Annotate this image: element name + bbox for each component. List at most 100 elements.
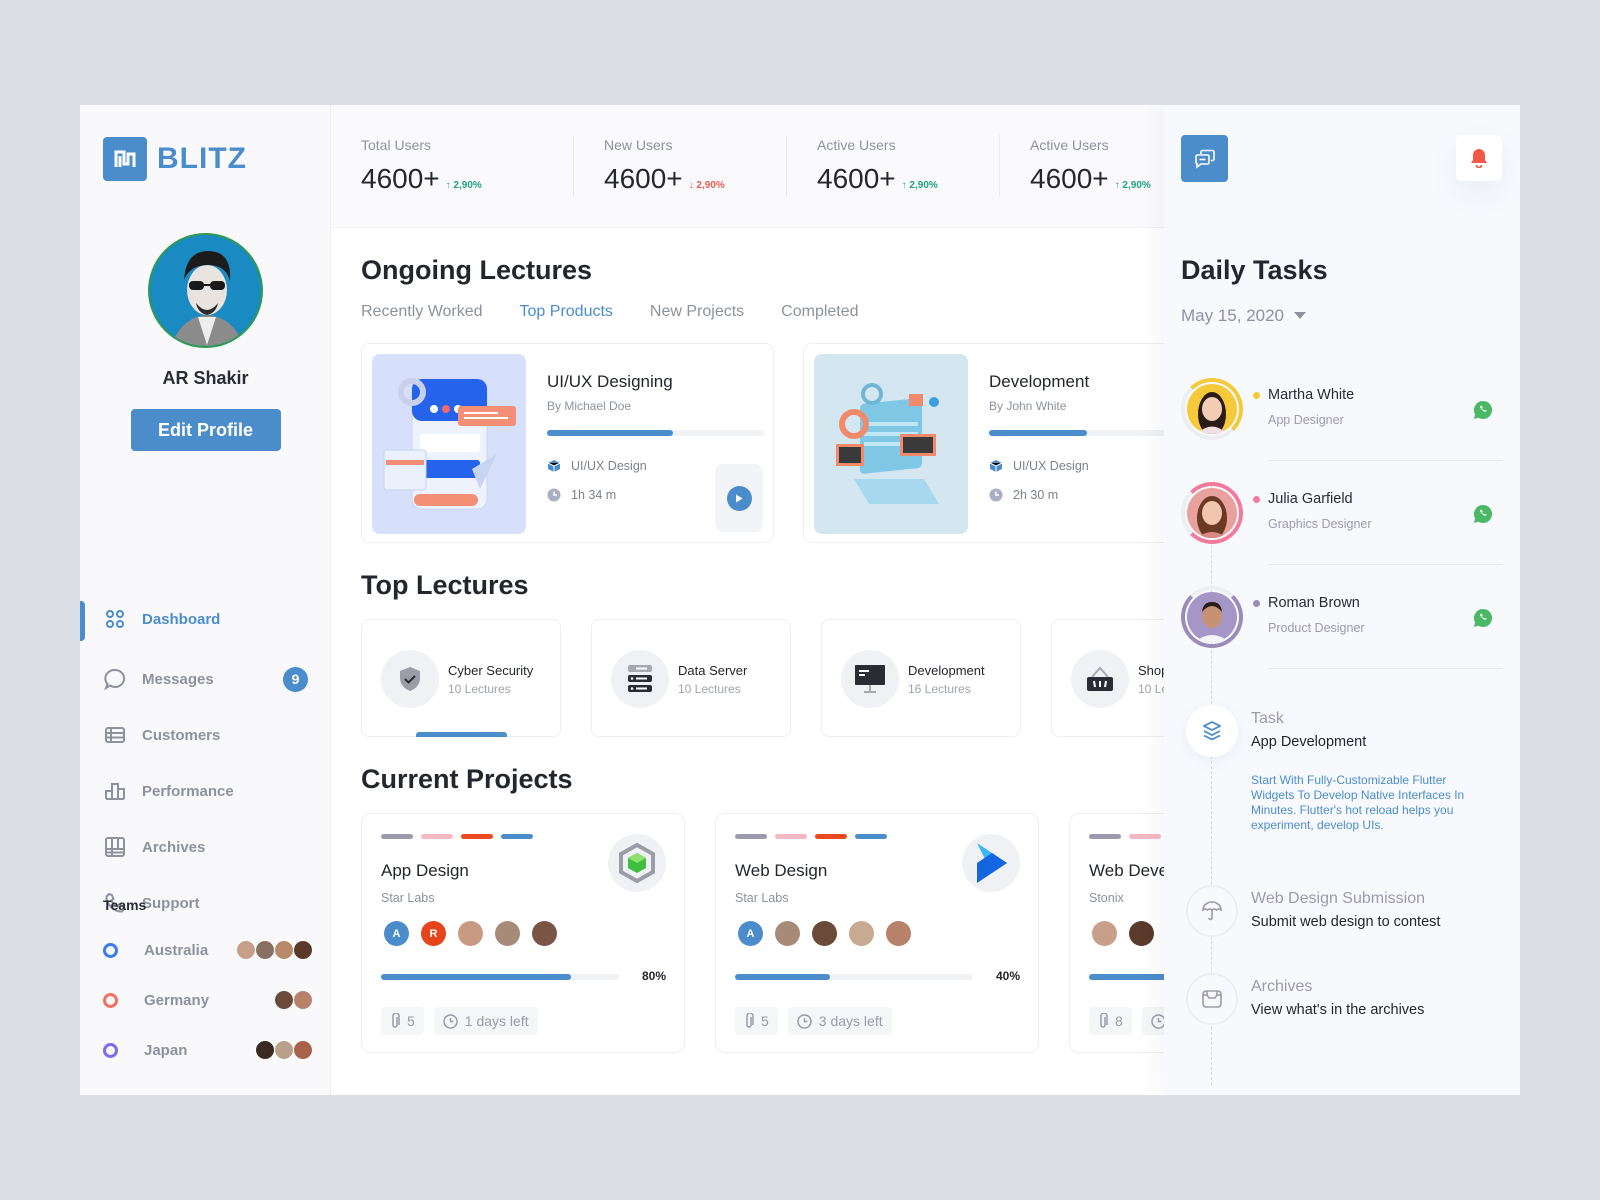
status-dot [1253,392,1260,399]
team-color-icon [103,942,118,958]
brand-name: BLITZ [157,142,247,175]
whatsapp-icon[interactable] [1473,608,1493,628]
team-germany[interactable]: Germany [103,975,313,1025]
team-name: Japan [144,1041,188,1059]
user-profile: AR Shakir Edit Profile [80,233,331,451]
sidebar-item-performance[interactable]: Performance [80,763,331,819]
paperclip-icon [392,1013,400,1028]
brand-logo[interactable]: BLITZ [103,137,247,181]
person-martha-white[interactable]: Martha White App Designer [1181,378,1503,482]
project-company: Stonix [1089,891,1124,905]
task-label: Web Design Submission [1251,890,1426,907]
top-lecture-card[interactable]: Data Server 10 Lectures [591,619,791,737]
lecture-card[interactable]: UI/UX Designing By Michael Doe UI/UX Des… [361,343,774,543]
umbrella-icon [1186,885,1238,937]
chat-bubbles-icon [1194,149,1215,169]
member-avatar[interactable] [886,921,911,946]
lecture-duration: 2h 30 m [989,488,1058,502]
tab-new-projects[interactable]: New Projects [650,303,744,321]
member-avatar[interactable] [458,921,483,946]
lecture-thumbnail [814,354,968,534]
top-lecture-card[interactable]: Development 16 Lectures [821,619,1021,737]
notifications-button[interactable] [1456,135,1502,181]
tab-top-products[interactable]: Top Products [520,303,613,321]
stat-label: Total Users [361,137,432,153]
chat-button[interactable] [1181,135,1228,182]
date-dropdown[interactable]: May 15, 2020 [1181,306,1307,326]
team-australia[interactable]: Australia [103,925,313,975]
daily-tasks-panel: Daily Tasks May 15, 2020 Martha White Ap… [1164,105,1520,1095]
team-member-avatar [293,990,313,1010]
team-avatars [255,1040,313,1060]
grid-circles-icon [104,608,126,630]
person-julia-garfield[interactable]: Julia Garfield Graphics Designer [1181,482,1503,586]
lecture-category: UI/UX Design [547,459,647,473]
attachments-chip[interactable]: 5 [735,1007,778,1035]
play-lecture-button[interactable] [715,464,763,532]
person-role: App Designer [1268,413,1344,427]
member-avatar[interactable] [1129,921,1154,946]
member-avatar[interactable] [532,921,557,946]
person-name: Martha White [1268,387,1355,403]
sidebar-item-messages[interactable]: Messages 9 [80,651,331,707]
top-lectures-title: Top Lectures [361,570,529,600]
stat-total-users: Total Users 4600+ ↑ 2,90% [361,105,574,227]
edit-profile-button[interactable]: Edit Profile [130,409,281,451]
person-name: Julia Garfield [1268,491,1353,507]
sidebar-item-customers[interactable]: Customers [80,707,331,763]
progress-fill [735,974,831,980]
team-color-icon [103,992,118,1008]
sidebar-item-label: Performance [142,782,234,800]
progress-fill [381,974,572,980]
progress-fill [547,430,673,436]
member-avatar[interactable] [849,921,874,946]
whatsapp-icon[interactable] [1473,504,1493,524]
ongoing-lectures-title: Ongoing Lectures [361,255,593,285]
member-avatar-initial[interactable]: A [738,921,763,946]
member-avatar[interactable] [775,921,800,946]
person-roman-brown[interactable]: Roman Brown Product Designer [1181,586,1503,690]
tab-recently-worked[interactable]: Recently Worked [361,303,483,321]
basket-icon [1071,650,1129,708]
status-dot [1253,600,1260,607]
time-left-chip: 3 days left [787,1007,892,1035]
task-title: View what's in the archives [1251,1002,1425,1018]
status-dot [1253,496,1260,503]
project-tag [735,834,767,839]
sidebar-nav: Dashboard Messages 9 Customers Performan… [80,591,331,931]
tab-completed[interactable]: Completed [781,303,858,321]
inbox-icon [1186,973,1238,1025]
user-avatar[interactable] [148,233,263,348]
project-members [1092,921,1154,946]
project-company: Star Labs [735,891,789,905]
stat-value: 4600+ [361,163,440,194]
project-chips: 5 3 days left [735,1007,892,1035]
member-avatar-initial[interactable]: A [384,921,409,946]
attachments-chip[interactable]: 8 [1089,1007,1132,1035]
member-avatar[interactable] [495,921,520,946]
stat-label: New Users [604,137,673,153]
team-member-avatar [293,1040,313,1060]
whatsapp-icon[interactable] [1473,400,1493,420]
member-avatar[interactable] [1092,921,1117,946]
person-role: Product Designer [1268,621,1365,635]
layers-icon [1186,705,1238,757]
team-name: Germany [144,991,210,1009]
project-card[interactable]: Web Design Star Labs A 40% 5 3 days left [715,813,1039,1053]
member-avatar-initial[interactable]: R [421,921,446,946]
top-lecture-card[interactable]: Cyber Security 10 Lectures [361,619,561,737]
attachments-chip[interactable]: 5 [381,1007,424,1035]
person-name: Roman Brown [1268,595,1360,611]
team-japan[interactable]: Japan [103,1025,313,1075]
server-icon [611,650,669,708]
project-percent: 80% [641,969,666,983]
member-avatar[interactable] [812,921,837,946]
main-content: Total Users 4600+ ↑ 2,90% New Users 4600… [331,105,1393,1095]
sidebar-item-archives[interactable]: Archives [80,819,331,875]
daily-tasks-title: Daily Tasks [1181,255,1328,285]
sidebar-item-dashboard[interactable]: Dashboard [80,591,331,647]
team-avatars [274,990,313,1010]
project-tag [855,834,887,839]
project-card[interactable]: App Design Star Labs A R 80% 5 1 days le… [361,813,685,1053]
project-tag [815,834,847,839]
